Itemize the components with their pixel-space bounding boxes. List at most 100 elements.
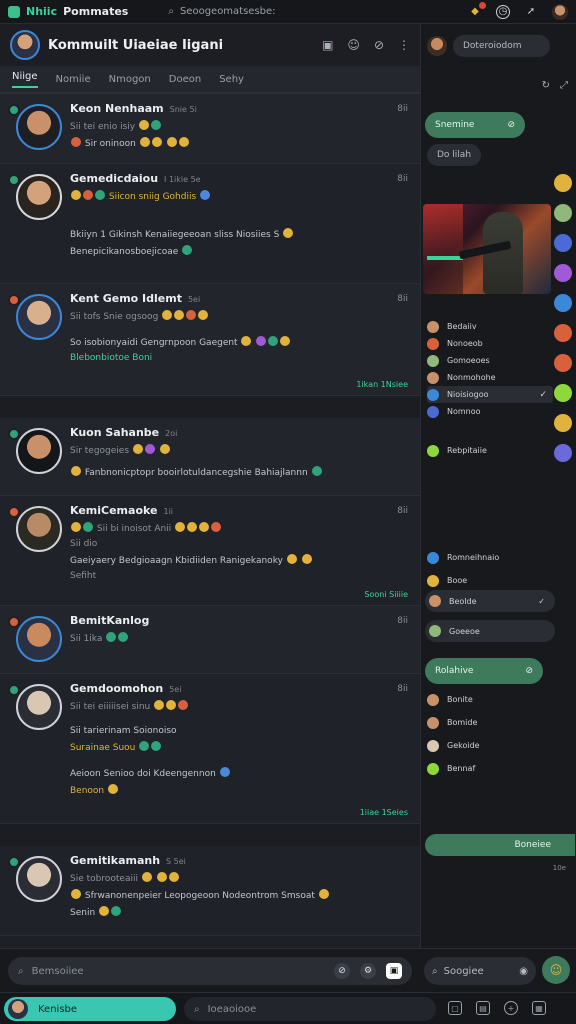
user-chip[interactable]: Kenisbe [4,997,176,1021]
message-author[interactable]: Gemedicdaiou I 1ikie 5e [70,172,410,185]
notifications-icon[interactable]: ◆ [468,1,486,19]
bottom-search[interactable]: ⌕ Ioeaoiooe [184,997,436,1021]
list-item[interactable]: Nonoeob [427,335,553,352]
message-author[interactable]: KemiCemaoke 1ii [70,504,410,517]
target-icon[interactable]: ◉ [519,966,528,977]
list-item[interactable]: Bomide [427,711,553,734]
verified-badge-icon [8,856,20,868]
message[interactable]: BemitKanlog 8ii Sii 1ika [0,606,420,674]
side-panel-avatar[interactable] [427,36,447,56]
message-author[interactable]: Kuon Sahanbe 2oi [70,426,410,439]
window-icon[interactable]: ▣ [322,38,333,52]
avatar[interactable] [16,506,62,552]
selected-member[interactable]: Goeeoe [425,620,555,642]
account-avatar[interactable] [552,3,568,20]
tab-2[interactable]: Nmogon [109,74,151,85]
brand[interactable]: Nhiic Pommates [8,5,128,18]
avatar[interactable] [554,174,572,192]
message[interactable]: KemiCemaoke 1ii 8ii Sii bi inoisot Anii S… [0,496,420,606]
message-more[interactable]: 8ii [397,506,408,516]
avatar [429,595,441,607]
list-item[interactable]: Booe [427,569,553,592]
message-more[interactable]: 8ii [397,174,408,184]
reply-item[interactable]: Rebpitaiie [427,442,553,459]
avatar[interactable] [554,204,572,222]
side-panel-title[interactable]: Doteroiodom [453,35,550,57]
message-author[interactable]: BemitKanlog [70,614,410,627]
message-author[interactable]: Kent Gemo Idlemt 5ei [70,292,410,305]
avatar[interactable] [554,414,572,432]
avatar[interactable] [554,324,572,342]
side-input[interactable]: ⌕ Soogiee ◉ [424,957,536,985]
avatar[interactable] [554,294,572,312]
avatar[interactable] [16,174,62,220]
message[interactable]: Gemedicdaiou I 1ikie 5e 8ii Siicon sniig … [0,164,420,284]
avatar[interactable] [16,616,62,662]
message-input[interactable]: ⌕ Bemsoiiee ⊘ ⚙ ▣ [8,957,412,985]
emoji-icon [286,554,297,564]
expand-icon[interactable]: ⤢ [560,80,568,91]
chat-bubble-outgoing[interactable]: Snemine ⊘ [425,112,525,138]
message-more[interactable]: 8ii [397,684,408,694]
grid-icon[interactable]: ▦ [532,1001,546,1015]
avatar[interactable] [554,384,572,402]
list-item[interactable]: Gekoide [427,734,553,757]
list-item[interactable]: Nonmohohe [427,369,553,386]
link-icon[interactable]: ⊘ [334,963,350,979]
avatar[interactable] [16,428,62,474]
avatar[interactable] [554,354,572,372]
list-item[interactable]: Bedaiiv [427,318,553,335]
list-item[interactable]: Romneihnaio [427,546,553,569]
window-icon[interactable]: ▢ [448,1001,462,1015]
message-author[interactable]: Gemdoomohon 5ei [70,682,410,695]
bolt-icon[interactable]: ➚ [524,5,538,19]
avatar[interactable] [554,234,572,252]
list-item[interactable]: Gomoeoes [427,352,553,369]
media-attachment[interactable] [423,204,551,294]
list-item[interactable]: Nioisiogoo ✓ [427,386,553,403]
chat-bubble-outgoing[interactable]: Rolahive ⊘ [425,658,543,684]
message-more[interactable]: 8ii [397,616,408,626]
avatar [427,320,439,333]
send-button[interactable]: ☺ [542,956,570,984]
avatar[interactable] [16,684,62,730]
attach-icon[interactable]: ▣ [386,963,402,979]
check-circle-icon[interactable]: ⊘ [374,38,384,52]
list-item[interactable]: Bennaf [427,757,553,780]
chat-bubble-incoming[interactable]: Do lilah [427,144,482,166]
avatar[interactable] [16,104,62,150]
tab-0[interactable]: Niige [12,71,38,88]
message-more[interactable]: 8ii [397,104,408,114]
tab-3[interactable]: Doeon [169,74,201,85]
avatar[interactable] [554,444,572,462]
message-author[interactable]: Keon Nenhaam Snie 5i [70,102,410,115]
list-item[interactable]: Nomnoo [427,403,553,420]
chat-bubble-outgoing[interactable]: Boneiee [425,834,575,856]
tab-4[interactable]: Sehy [219,74,244,85]
message[interactable]: Keon Nenhaam Snie 5i 8ii Sii tei enio isi… [0,94,420,164]
image-icon[interactable]: ▤ [476,1001,490,1015]
clock-icon[interactable]: ◷ [496,4,510,19]
message-line: Benoon [70,784,410,796]
global-search[interactable]: ⌕ Seoogeomatsesbe: [168,6,408,17]
search-icon: ⌕ [194,1003,200,1015]
reply-row[interactable]: Rebpitaiie [427,442,553,459]
add-icon[interactable]: + [504,1001,518,1015]
emoji-icon[interactable]: ☺ [347,38,360,52]
message-more[interactable]: 8ii [397,294,408,304]
avatar[interactable] [554,264,572,282]
message-author[interactable]: Gemitikamanh S 5ei [70,854,410,867]
message[interactable]: Kuon Sahanbe 2oi Sir tegogeies Fanbnonicp… [0,418,420,496]
message[interactable]: Gemitikamanh S 5ei Sie tobrooteaiii Sfrwa… [0,846,420,936]
avatar[interactable] [16,294,62,340]
message[interactable]: Gemdoomohon 5ei 8ii Sii tei eiiiiisei sin… [0,674,420,824]
settings-icon[interactable]: ⚙ [360,963,376,979]
message[interactable]: Kent Gemo Idlemt 5ei 8ii Sii tofs Snie og… [0,284,420,396]
channel-avatar[interactable] [10,30,40,60]
tab-1[interactable]: Nomiie [56,74,91,85]
selected-member[interactable]: Beolde ✓ [425,590,555,612]
avatar[interactable] [16,856,62,902]
more-vertical-icon[interactable]: ⋮ [398,38,410,52]
refresh-icon[interactable]: ↻ [542,80,550,91]
list-item[interactable]: Bonite [427,688,553,711]
